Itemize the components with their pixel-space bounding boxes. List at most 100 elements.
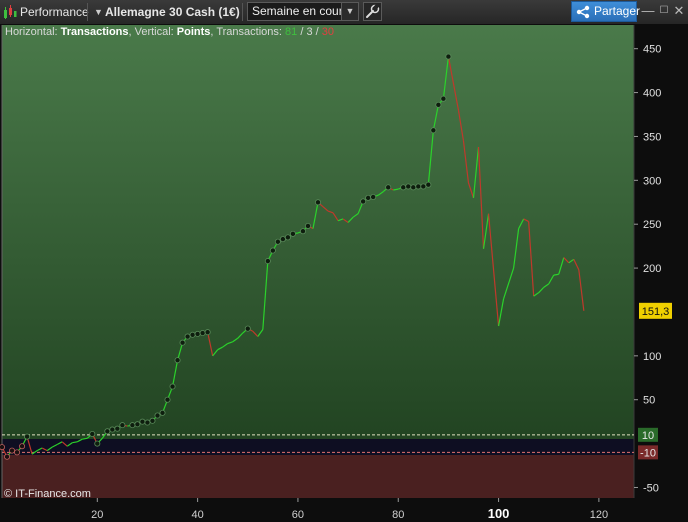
horizontal-prefix: Horizontal:	[5, 26, 61, 38]
share-button-label: Partager	[594, 4, 641, 18]
transactions-prefix: , Transactions:	[210, 26, 286, 38]
trade-marker	[24, 433, 31, 440]
trade-marker	[0, 444, 5, 451]
close-icon[interactable]: ✕	[672, 3, 686, 19]
y-tick-label: 250	[643, 219, 661, 231]
x-tick-label: 100	[488, 506, 510, 521]
trade-marker	[415, 183, 422, 190]
wrench-icon	[366, 3, 380, 18]
trade-marker	[94, 440, 101, 447]
trade-marker	[365, 194, 372, 201]
trade-marker	[440, 95, 447, 102]
trade-marker	[9, 447, 16, 454]
trade-marker	[174, 357, 181, 364]
settings-button[interactable]	[363, 2, 382, 21]
y-tick-label: 450	[643, 44, 661, 56]
trade-marker	[139, 418, 146, 425]
y-tick-label: 300	[643, 175, 661, 187]
trade-marker	[189, 331, 196, 338]
count-separator: /	[312, 26, 322, 38]
trade-marker	[154, 412, 161, 419]
trade-marker	[284, 234, 291, 241]
chart-canvas[interactable]: 10 -10 450 400 350 300 250 200 100 50 -50 20 40 60 8…	[0, 24, 688, 522]
trade-marker	[299, 228, 306, 235]
trade-marker	[114, 425, 121, 432]
y-tick-label: 200	[643, 263, 661, 275]
trade-marker	[445, 53, 452, 60]
level-label: 10	[642, 430, 654, 442]
minimize-icon[interactable]: —	[641, 3, 655, 19]
share-icon	[576, 5, 590, 19]
winning-count: 81	[285, 26, 298, 38]
trade-marker	[19, 443, 26, 450]
period-select[interactable]: Semaine en cours ▼	[247, 2, 359, 21]
trade-marker	[279, 236, 286, 243]
trade-marker	[194, 330, 201, 337]
toolbar-divider	[87, 3, 88, 21]
toolbar-divider	[242, 3, 243, 21]
x-tick-label: 60	[292, 509, 304, 521]
x-tick-label: 40	[191, 509, 203, 521]
horizontal-value: Transactions	[60, 26, 129, 38]
trade-marker	[164, 396, 171, 403]
performance-chart[interactable]: 10 -10 450 400 350 300 250 200 100 50 -50 20 40 60 8…	[0, 24, 688, 522]
y-tick-label: -50	[643, 482, 659, 494]
chevron-down-icon[interactable]: ▼	[341, 3, 358, 20]
trade-marker	[14, 449, 21, 456]
maximize-icon[interactable]: ☐	[657, 3, 671, 19]
trade-marker	[304, 222, 311, 229]
trade-marker	[410, 184, 417, 191]
trade-marker	[199, 330, 206, 337]
x-tick-label: 120	[590, 509, 608, 521]
toolbar: Performance ▼ Allemagne 30 Cash (1€) Sem…	[0, 0, 688, 25]
y-tick-label: 400	[643, 88, 661, 100]
period-select-value: Semaine en cours	[252, 4, 349, 18]
trade-marker	[370, 193, 377, 200]
trade-marker	[119, 422, 126, 429]
share-button[interactable]: Partager	[571, 1, 641, 22]
trade-marker	[425, 181, 432, 188]
trade-marker	[4, 453, 11, 460]
vertical-value: Points	[176, 26, 211, 38]
trade-marker	[420, 183, 427, 190]
trade-marker	[289, 230, 296, 237]
level-label: -10	[640, 447, 656, 459]
vertical-prefix: , Vertical:	[128, 26, 177, 38]
trade-marker	[274, 238, 281, 245]
trade-marker	[179, 339, 186, 346]
plot-area	[2, 25, 634, 498]
trade-marker	[149, 417, 156, 424]
trade-marker	[314, 199, 321, 206]
trade-marker	[169, 383, 176, 390]
trade-marker	[134, 421, 141, 428]
trade-marker	[360, 198, 367, 205]
last-value-label: 151,3	[642, 306, 670, 318]
trade-marker	[129, 422, 136, 429]
trade-marker	[109, 426, 116, 433]
trade-marker	[144, 419, 151, 426]
chart-info-line: Horizontal: Transactions, Vertical: Poin…	[5, 26, 334, 38]
y-tick-label: 350	[643, 131, 661, 143]
window-title: Performance	[20, 5, 89, 19]
trade-marker	[400, 184, 407, 191]
x-tick-label: 20	[91, 509, 103, 521]
trade-marker	[385, 184, 392, 191]
trade-marker	[405, 183, 412, 190]
y-tick-label: 50	[643, 395, 655, 407]
x-tick-label: 80	[392, 509, 404, 521]
trade-marker	[104, 428, 111, 435]
trade-marker	[435, 101, 442, 108]
instrument-selector[interactable]: Allemagne 30 Cash (1€)	[105, 0, 240, 24]
instrument-dropdown-arrow-icon[interactable]: ▼	[94, 0, 103, 24]
trade-marker	[184, 333, 191, 340]
trade-marker	[430, 127, 437, 134]
losing-count: 30	[321, 26, 334, 38]
trade-marker	[244, 325, 251, 332]
trade-marker	[89, 430, 96, 437]
loss-zone	[2, 449, 634, 498]
trade-marker	[269, 247, 276, 254]
performance-chart-icon	[4, 5, 17, 19]
y-tick-label: 100	[643, 351, 661, 363]
trade-marker	[159, 409, 166, 416]
copyright-text: © IT-Finance.com	[4, 488, 91, 500]
